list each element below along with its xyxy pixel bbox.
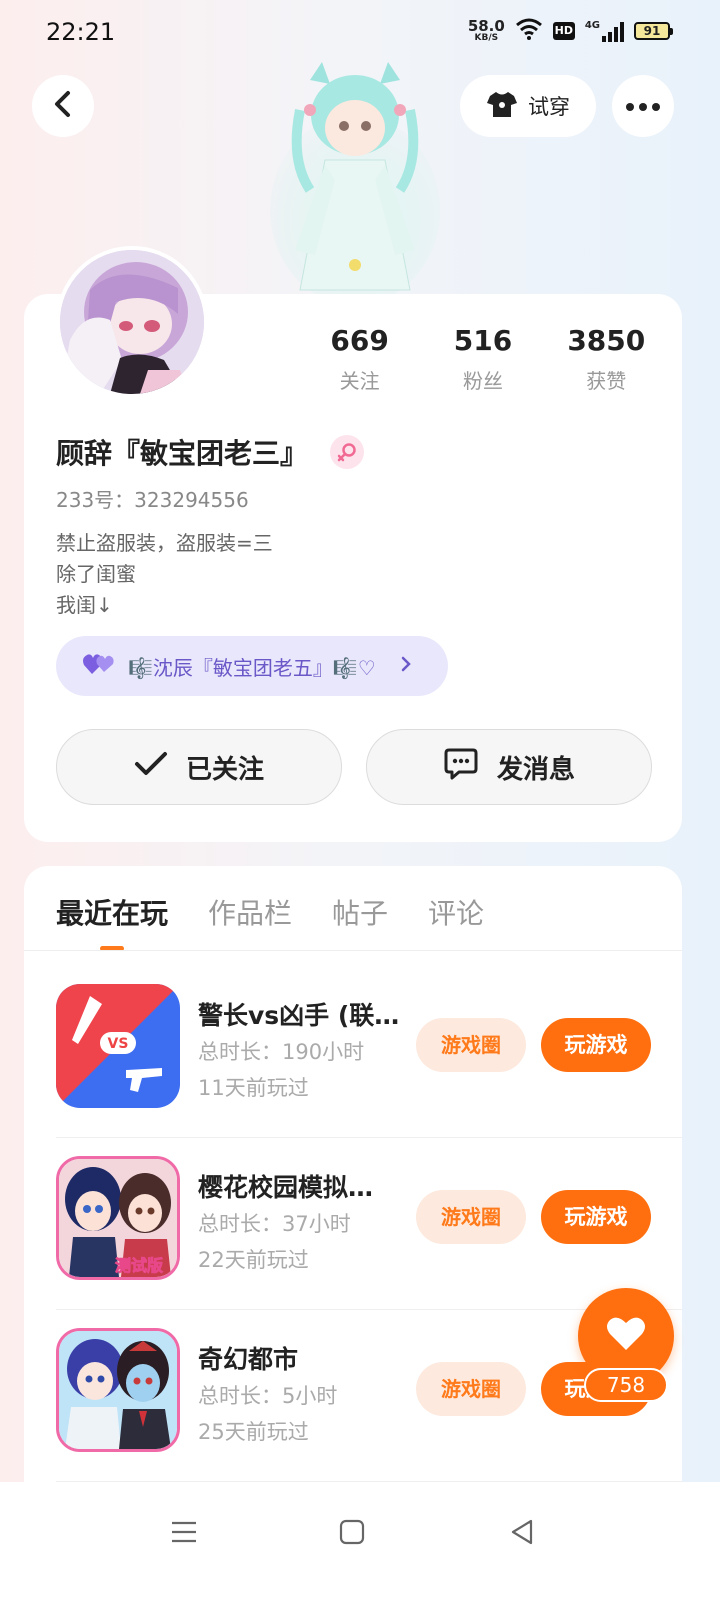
stat-label: 粉丝 bbox=[462, 369, 503, 393]
game-last-played: 25天前玩过 bbox=[198, 1420, 309, 1444]
stat-value: 3850 bbox=[567, 324, 646, 357]
play-game-button[interactable]: 玩游戏 bbox=[541, 1190, 651, 1244]
relation-tag-label: 🎼沈辰『敏宝团老五』🎼♡ bbox=[128, 655, 376, 680]
stat-likes[interactable]: 3850 获赞 bbox=[545, 324, 668, 394]
game-circle-button[interactable]: 游戏圈 bbox=[416, 1018, 526, 1072]
tab-divider bbox=[24, 950, 682, 951]
game-name: 樱花校园模拟… bbox=[198, 1173, 374, 1202]
more-button[interactable] bbox=[612, 75, 674, 137]
net-speed: 58.0 KB/S bbox=[468, 19, 505, 43]
wifi-icon bbox=[515, 18, 543, 44]
home-icon[interactable] bbox=[332, 1512, 372, 1552]
chevron-right-icon bbox=[400, 654, 412, 678]
game-playtime: 总时长：37小时 bbox=[198, 1212, 351, 1236]
followed-button[interactable]: 已关注 bbox=[56, 729, 342, 805]
try-on-button[interactable]: 试穿 bbox=[460, 75, 596, 137]
status-bar: 22:21 58.0 KB/S HD 4G 91 bbox=[0, 0, 720, 64]
game-name: 警长vs凶手 (联… bbox=[198, 1001, 400, 1030]
profile-tabs: 最近在玩 作品栏 帖子 评论 bbox=[56, 892, 484, 932]
tab-recently-played[interactable]: 最近在玩 bbox=[56, 892, 168, 932]
game-icon-test-text: 测试版 bbox=[115, 1256, 163, 1275]
game-name: 奇幻都市 bbox=[198, 1345, 299, 1374]
network-type: 4G bbox=[584, 20, 600, 31]
tab-comments[interactable]: 评论 bbox=[428, 892, 484, 932]
shirt-icon bbox=[486, 90, 518, 123]
female-icon bbox=[330, 435, 365, 469]
hero-character-image bbox=[270, 60, 440, 305]
back-nav-icon[interactable] bbox=[502, 1512, 542, 1552]
user-id: 233号：323294556 bbox=[56, 488, 249, 512]
stat-value: 669 bbox=[330, 324, 389, 357]
recent-games-panel: 最近在玩 作品栏 帖子 评论 VS 警长vs凶手 (联… 总时长：190小时 1… bbox=[24, 866, 682, 1506]
send-message-button[interactable]: 发消息 bbox=[366, 729, 652, 805]
game-last-played: 22天前玩过 bbox=[198, 1248, 309, 1272]
stat-value: 516 bbox=[453, 324, 513, 357]
signal-icon: 4G bbox=[585, 20, 624, 42]
username: 顾辞『敏宝团老三』 bbox=[56, 432, 365, 472]
double-heart-icon bbox=[82, 652, 116, 681]
relation-tag[interactable]: 🎼沈辰『敏宝团老五』🎼♡ bbox=[56, 636, 448, 696]
tab-posts[interactable]: 帖子 bbox=[332, 892, 388, 932]
stat-followers[interactable]: 516 粉丝 bbox=[421, 324, 544, 394]
play-game-button[interactable]: 玩游戏 bbox=[541, 1018, 651, 1072]
game-circle-button[interactable]: 游戏圈 bbox=[416, 1362, 526, 1416]
back-button[interactable] bbox=[32, 75, 94, 137]
profile-actions: 已关注 发消息 bbox=[56, 729, 652, 805]
more-icon bbox=[625, 97, 661, 116]
game-row[interactable]: VS 警长vs凶手 (联… 总时长：190小时 11天前玩过 游戏圈 玩游戏 bbox=[56, 966, 682, 1138]
stat-label: 关注 bbox=[339, 369, 380, 393]
stat-following[interactable]: 669 关注 bbox=[298, 324, 421, 394]
game-icon-vs-text: VS bbox=[108, 1036, 129, 1052]
net-speed-value: 58.0 bbox=[467, 17, 505, 35]
game-playtime: 总时长：5小时 bbox=[198, 1384, 338, 1408]
game-circle-button[interactable]: 游戏圈 bbox=[416, 1190, 526, 1244]
check-icon bbox=[134, 751, 168, 784]
game-icon-fantasy-city[interactable] bbox=[56, 1328, 180, 1452]
status-time: 22:21 bbox=[46, 18, 116, 46]
send-message-label: 发消息 bbox=[496, 754, 575, 785]
profile-stats: 669 关注 516 粉丝 3850 获赞 bbox=[298, 324, 668, 394]
net-speed-unit: KB/S bbox=[474, 33, 499, 43]
game-last-played: 11天前玩过 bbox=[198, 1076, 309, 1100]
chevron-left-icon bbox=[51, 90, 75, 122]
battery-icon: 91 bbox=[634, 22, 673, 40]
try-on-label: 试穿 bbox=[528, 95, 570, 119]
game-icon-sakura-school[interactable]: 测试版 bbox=[56, 1156, 180, 1280]
heart-icon bbox=[606, 1316, 646, 1356]
like-count: 758 bbox=[584, 1368, 668, 1402]
status-icons: 58.0 KB/S HD 4G 91 bbox=[468, 16, 673, 46]
game-icon-sheriff-vs-killer[interactable]: VS bbox=[56, 984, 180, 1108]
menu-icon[interactable] bbox=[164, 1512, 204, 1552]
hd-icon: HD bbox=[552, 22, 575, 40]
system-nav-bar bbox=[0, 1482, 720, 1600]
username-text: 顾辞『敏宝团老三』 bbox=[56, 437, 309, 470]
user-bio: 禁止盗服装，盗服装=三 除了闺蜜 我闺↓ bbox=[56, 531, 273, 617]
stat-label: 获赞 bbox=[586, 369, 627, 393]
followed-label: 已关注 bbox=[185, 754, 264, 785]
chat-bubble-icon bbox=[443, 747, 479, 788]
avatar[interactable] bbox=[56, 246, 208, 398]
game-playtime: 总时长：190小时 bbox=[198, 1040, 365, 1064]
tab-works[interactable]: 作品栏 bbox=[208, 892, 292, 932]
game-row[interactable]: 测试版 樱花校园模拟… 总时长：37小时 22天前玩过 游戏圈 玩游戏 bbox=[56, 1138, 682, 1310]
